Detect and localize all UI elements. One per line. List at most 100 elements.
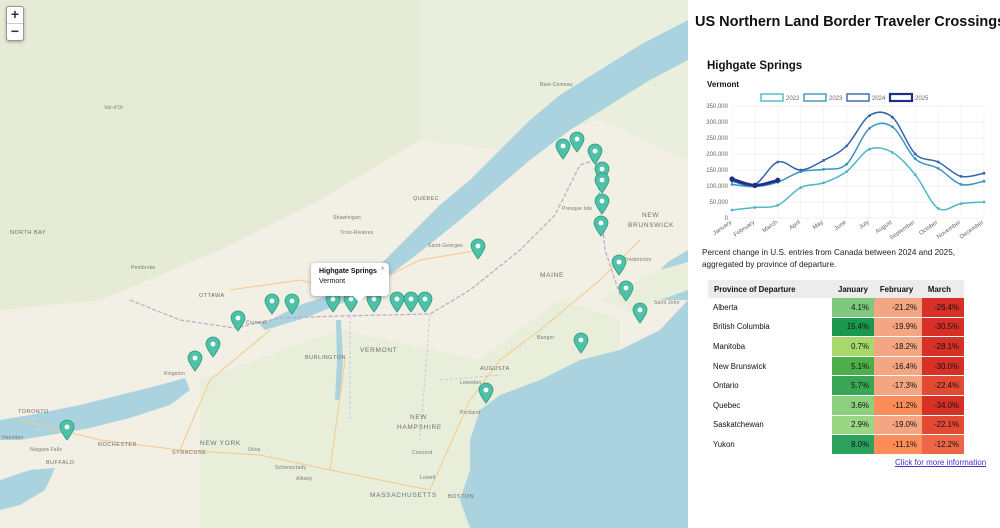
table-row: Manitoba 0.7% -18.2% -28.1% xyxy=(708,336,964,357)
map-label: HAMPSHIRE xyxy=(397,424,442,431)
zoom-in-button[interactable]: + xyxy=(7,7,23,23)
map-label: Lowell xyxy=(420,475,436,481)
data-point xyxy=(868,114,871,117)
crossing-marker-icon[interactable] xyxy=(264,293,280,315)
map-label: Bangor xyxy=(537,335,555,341)
crossing-marker-icon[interactable] xyxy=(632,302,648,324)
map-label: Shawinigan xyxy=(333,215,361,221)
crossing-marker-icon[interactable] xyxy=(594,193,610,215)
map-label: Saint John xyxy=(654,300,680,306)
x-tick-label: November xyxy=(936,220,962,241)
map-label: Saint-Georges xyxy=(428,243,463,249)
x-tick-label: May xyxy=(812,220,825,231)
y-tick-label: 300,000 xyxy=(706,120,728,126)
data-point xyxy=(799,186,803,189)
crossing-marker-icon[interactable] xyxy=(59,419,75,441)
march-cell: -26.4% xyxy=(921,298,964,318)
crossing-marker-icon[interactable] xyxy=(205,336,221,358)
province-cell: British Columbia xyxy=(708,317,832,338)
map-label: NEW xyxy=(642,212,660,219)
map-label: Schenectady xyxy=(275,465,307,471)
chart-description: Percent change in U.S. entries from Cana… xyxy=(702,248,956,269)
x-tick-label: February xyxy=(733,220,756,239)
data-point xyxy=(845,162,848,166)
crossing-marker-icon[interactable] xyxy=(594,172,610,194)
data-point xyxy=(753,206,757,209)
data-point xyxy=(729,176,735,182)
crossing-marker-icon[interactable] xyxy=(417,291,433,313)
crossing-marker-icon[interactable] xyxy=(569,131,585,153)
legend-label: 2024 xyxy=(872,96,886,102)
crossing-marker-icon[interactable] xyxy=(230,310,246,332)
map-label: Cornwall xyxy=(246,320,268,326)
data-point xyxy=(868,127,871,130)
february-cell: -18.2% xyxy=(873,336,922,357)
legend-label: 2022 xyxy=(786,96,800,102)
map-label: Val-d'Or xyxy=(104,105,124,111)
crossing-marker-icon[interactable] xyxy=(593,215,609,237)
legend-swatch xyxy=(888,92,914,103)
map-label: MASSACHUSETTS xyxy=(370,492,437,499)
table-row: Saskatchewan 2.9% -19.0% -22.1% xyxy=(708,415,964,436)
data-point xyxy=(936,207,940,210)
table-row: Ontario 5.7% -17.3% -22.4% xyxy=(708,375,964,396)
data-point xyxy=(913,152,917,156)
data-point xyxy=(845,144,848,148)
crossing-marker-icon[interactable] xyxy=(478,382,494,404)
crossing-marker-icon[interactable] xyxy=(611,254,627,276)
map-label: BUFFALO xyxy=(46,460,75,466)
data-point xyxy=(822,159,826,162)
data-point xyxy=(913,173,917,177)
data-point xyxy=(775,177,781,183)
data-point xyxy=(730,208,734,212)
more-info-link[interactable]: Click for more information xyxy=(895,458,986,467)
map-label: Hamilton xyxy=(2,435,24,441)
january-cell: 4.1% xyxy=(832,298,874,318)
map-label: Utica xyxy=(248,447,261,453)
legend-swatch xyxy=(846,93,870,102)
station-state: Vermont xyxy=(707,80,740,89)
province-change-table: Province of Departure January February M… xyxy=(708,280,964,455)
data-point xyxy=(890,115,894,119)
map-label: Trois-Rivières xyxy=(340,230,374,236)
map-label: Fredericton xyxy=(624,257,652,263)
province-cell: Quebec xyxy=(708,395,832,416)
x-tick-label: March xyxy=(762,220,779,234)
map-label: VERMONT xyxy=(360,347,398,354)
march-cell: -12.2% xyxy=(921,434,964,455)
popup-title: Highgate Springs xyxy=(319,268,377,275)
y-tick-label: 200,000 xyxy=(706,152,728,158)
x-tick-label: December xyxy=(959,220,985,241)
map-label: NEW YORK xyxy=(200,440,241,447)
zoom-out-button[interactable]: − xyxy=(7,23,23,40)
january-cell: 2.9% xyxy=(832,415,874,436)
province-cell: Saskatchewan xyxy=(708,415,832,436)
data-point xyxy=(845,170,848,173)
crossing-marker-icon[interactable] xyxy=(470,238,486,260)
header-january: January xyxy=(832,280,874,298)
data-point xyxy=(752,182,758,188)
table-row: Quebec 3.6% -11.2% -34.0% xyxy=(708,395,964,416)
crossing-marker-icon[interactable] xyxy=(284,293,300,315)
crossing-marker-icon[interactable] xyxy=(573,332,589,354)
map-label: QUÉBEC xyxy=(413,196,440,202)
map-view[interactable]: + − NORTH BAY Pembroke OTTAWA Cornwall Kings… xyxy=(0,0,688,528)
crossing-marker-icon[interactable] xyxy=(618,280,634,302)
popup-tip xyxy=(353,296,365,302)
y-tick-label: 50,000 xyxy=(710,200,729,206)
march-cell: -34.0% xyxy=(921,395,964,416)
crossing-marker-icon[interactable] xyxy=(187,350,203,372)
data-point xyxy=(890,151,894,154)
popup-close-button[interactable]: × xyxy=(380,264,385,273)
map-label: OTTAWA xyxy=(199,293,225,299)
map-label: AUGUSTA xyxy=(480,366,510,372)
table-row: New Brunswick 5.1% -16.4% -30.0% xyxy=(708,356,964,377)
march-cell: -30.0% xyxy=(921,356,964,377)
header-february: February xyxy=(873,280,922,298)
january-cell: 15.4% xyxy=(832,317,874,338)
data-point xyxy=(776,160,780,164)
page-title: US Northern Land Border Traveler Crossin… xyxy=(695,14,1000,30)
map-label: Presque Isle xyxy=(562,206,593,212)
map-label: SYRACUSE xyxy=(172,450,207,456)
data-point xyxy=(936,160,940,164)
